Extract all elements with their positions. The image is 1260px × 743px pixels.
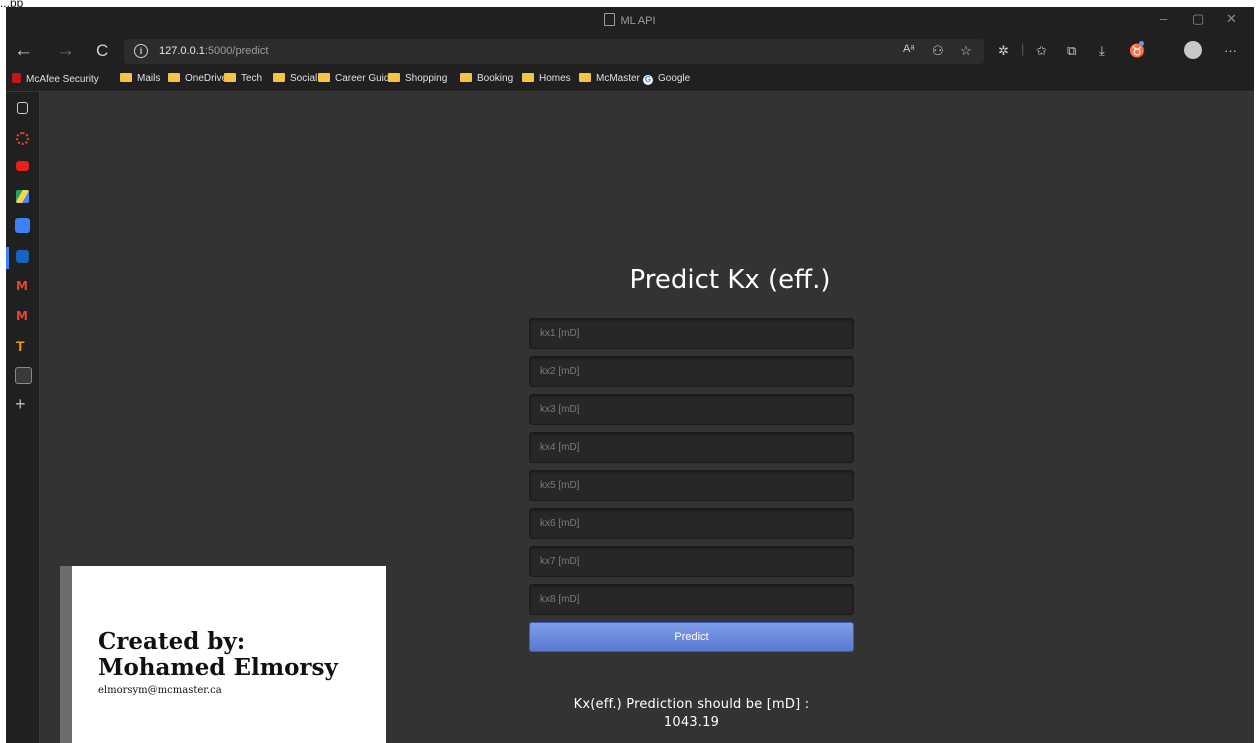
creator-card-bar: [60, 566, 72, 743]
kx3-input[interactable]: [529, 394, 854, 425]
notification-dot: [1139, 41, 1144, 46]
url-text[interactable]: 127.0.0.1:5000/predict: [159, 45, 268, 57]
info-icon[interactable]: i: [134, 44, 148, 58]
window-title-text: ML API: [620, 15, 656, 27]
bookmark-booking[interactable]: Booking: [460, 73, 513, 84]
bookmark-social[interactable]: Social: [273, 73, 317, 84]
folder-icon: [579, 73, 591, 82]
profile-avatar-icon[interactable]: [1184, 41, 1202, 59]
collections-icon[interactable]: ⧉: [1067, 43, 1076, 59]
url-host: 127.0.0.1: [159, 45, 205, 57]
bookmark-label: Homes: [539, 73, 571, 84]
bookmark-mails[interactable]: Mails: [120, 73, 160, 84]
predict-form: Predict: [529, 318, 854, 652]
kx7-input[interactable]: [529, 546, 854, 577]
url-path: :5000/predict: [204, 45, 269, 57]
profile-switch-icon[interactable]: ⚇: [932, 43, 944, 59]
creator-name: Mohamed Elmorsy: [98, 654, 338, 681]
bookmark-label: Social: [290, 73, 318, 84]
folder-icon: [388, 73, 400, 82]
creator-email: elmorsym@mcmaster.ca: [98, 685, 222, 696]
tensorflow-icon[interactable]: T: [16, 339, 29, 353]
bookmark-mcmaster[interactable]: McMaster: [579, 73, 640, 84]
gmail-icon-2[interactable]: M: [16, 310, 29, 323]
sidebar: M M T +: [6, 92, 40, 743]
bookmark-google[interactable]: G Google: [643, 73, 690, 85]
page-title: Predict Kx (eff.): [629, 265, 831, 295]
kx8-input[interactable]: [529, 584, 854, 615]
gmail-icon[interactable]: M: [16, 280, 29, 293]
bookmark-label: McAfee Security: [26, 74, 99, 85]
tab-actions-icon[interactable]: [17, 102, 28, 114]
current-page-icon[interactable]: [15, 367, 32, 384]
prediction-text: Kx(eff.) Prediction should be [mD] :: [573, 697, 810, 712]
refresh-button[interactable]: C: [96, 41, 108, 61]
folder-icon: [168, 73, 180, 82]
app-icon[interactable]: [15, 218, 30, 233]
bookmark-label: Tech: [241, 73, 263, 84]
kx5-input[interactable]: [529, 470, 854, 501]
browser-toolbar: ← → C i 127.0.0.1:5000/predict Aᵃ ⚇ ☆ ✲ …: [6, 35, 1254, 69]
favorite-star-icon[interactable]: ☆: [960, 43, 972, 59]
active-indicator: [6, 247, 9, 269]
address-bar[interactable]: i 127.0.0.1:5000/predict: [124, 39, 984, 64]
bookmark-label: Booking: [477, 73, 514, 84]
toolbar-divider: |: [1021, 41, 1025, 56]
extensions-icon[interactable]: ✲: [998, 43, 1009, 59]
browser-window: ML API – ▢ ✕ ← → C i 127.0.0.1:5000/pred…: [6, 7, 1254, 743]
bookmark-tech[interactable]: Tech: [224, 73, 262, 84]
read-aloud-icon[interactable]: Aᵃ: [903, 43, 914, 55]
maximize-button[interactable]: ▢: [1192, 11, 1204, 27]
bookmark-label: OneDrive: [185, 73, 228, 84]
kx6-input[interactable]: [529, 508, 854, 539]
title-bar: ML API – ▢ ✕: [6, 7, 1254, 35]
bookmark-label: Career Guide: [335, 73, 396, 84]
bookmarks-bar: McAfee Security Mails OneDrive Tech Social Ca…: [6, 69, 1254, 92]
bookmark-label: Mails: [137, 73, 161, 84]
mcafee-icon[interactable]: [16, 132, 29, 145]
prediction-result: Kx(eff.) Prediction should be [mD] : 104…: [529, 696, 854, 732]
outlook-icon[interactable]: [16, 250, 29, 263]
back-button[interactable]: ←: [14, 41, 33, 61]
mcafee-icon: [12, 73, 21, 83]
bookmark-homes[interactable]: Homes: [522, 73, 571, 84]
forward-button[interactable]: →: [56, 41, 75, 61]
folder-icon: [224, 73, 236, 82]
youtube-icon[interactable]: [16, 161, 29, 171]
close-button[interactable]: ✕: [1226, 11, 1237, 27]
prediction-value: 1043.19: [663, 715, 720, 730]
folder-icon: [120, 73, 132, 82]
folder-icon: [273, 73, 285, 82]
google-icon: G: [643, 75, 653, 85]
creator-card: Created by: Mohamed Elmorsy elmorsym@mcm…: [60, 566, 386, 743]
kx4-input[interactable]: [529, 432, 854, 463]
downloads-icon[interactable]: ⤓: [1099, 43, 1105, 59]
bookmark-shopping[interactable]: Shopping: [388, 73, 447, 84]
kx2-input[interactable]: [529, 356, 854, 387]
folder-icon: [522, 73, 534, 82]
bookmark-career-guide[interactable]: Career Guide: [318, 73, 395, 84]
predict-button[interactable]: Predict: [529, 622, 854, 652]
add-sidebar-icon[interactable]: +: [15, 394, 26, 415]
window-title: ML API: [6, 13, 1254, 27]
more-menu-button[interactable]: ···: [1224, 43, 1237, 58]
folder-icon: [318, 73, 330, 82]
page-icon: [604, 13, 616, 26]
bookmark-mcafee-security[interactable]: McAfee Security: [12, 73, 99, 85]
folder-icon: [460, 73, 472, 82]
bookmark-label: Google: [658, 73, 691, 84]
page-content: Predict Kx (eff.) Predict Kx(eff.) Predi…: [40, 92, 1254, 743]
creator-heading: Created by:: [98, 628, 246, 655]
bookmark-label: Shopping: [405, 73, 448, 84]
bookmark-label: McMaster: [596, 73, 640, 84]
favorites-icon[interactable]: ✩: [1036, 43, 1047, 59]
drive-icon[interactable]: [16, 190, 29, 203]
minimize-button[interactable]: –: [1160, 11, 1167, 26]
kx1-input[interactable]: [529, 318, 854, 349]
bookmark-onedrive[interactable]: OneDrive: [168, 73, 227, 84]
